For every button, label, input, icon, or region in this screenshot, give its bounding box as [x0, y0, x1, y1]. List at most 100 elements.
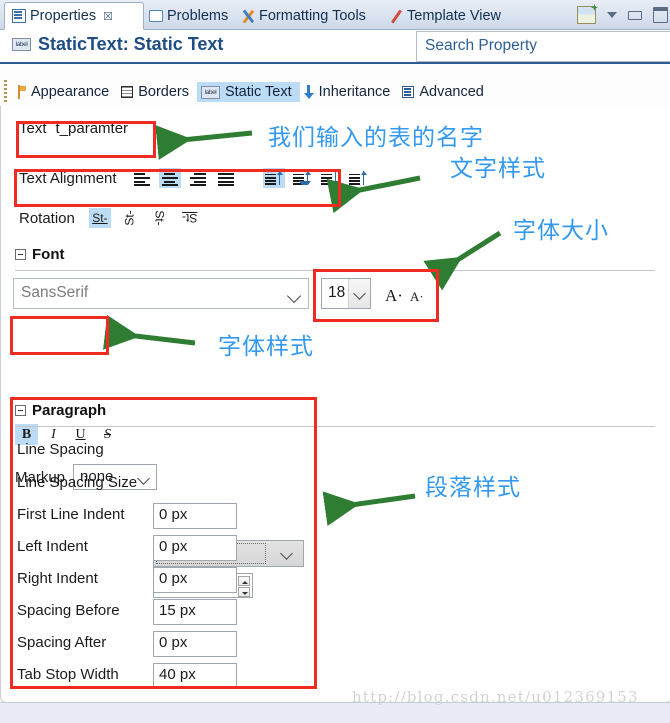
- text-input[interactable]: t_paramter: [56, 120, 129, 137]
- font-section-header[interactable]: Font: [15, 246, 64, 263]
- text-alignment-row: Text Alignment: [19, 168, 369, 188]
- first-line-indent-input[interactable]: 0 px: [153, 503, 237, 529]
- subtab-static-text[interactable]: label Static Text: [196, 82, 300, 102]
- decrease-font-size-button[interactable]: A·: [410, 289, 424, 305]
- panel-bottom-edge: [0, 686, 670, 703]
- borders-icon: [121, 86, 134, 98]
- properties-icon: [12, 9, 26, 23]
- appearance-icon: [14, 85, 26, 99]
- text-alignment-label: Text Alignment: [19, 169, 117, 187]
- new-image-icon[interactable]: [577, 6, 596, 24]
- font-size-combo[interactable]: 18: [321, 278, 371, 309]
- align-middle-button[interactable]: [291, 168, 313, 188]
- font-section-rule: [15, 270, 655, 271]
- subtab-advanced[interactable]: Advanced: [398, 82, 492, 102]
- line-spacing-size-stepper[interactable]: [238, 576, 250, 597]
- drag-handle-icon[interactable]: [4, 80, 7, 104]
- advanced-icon: [402, 86, 415, 98]
- tab-stop-width-value: 40 px: [159, 666, 196, 683]
- align-center-button[interactable]: [158, 168, 181, 188]
- chevron-down-icon: [353, 287, 366, 300]
- stepper-up-icon[interactable]: [238, 576, 250, 586]
- maximize-icon[interactable]: [653, 7, 668, 23]
- property-content-panel: Text t_paramter Text Alignment Rotation …: [0, 106, 670, 689]
- align-vertical-justify-button[interactable]: [347, 168, 369, 188]
- tab-stop-width-label: Tab Stop Width: [17, 666, 119, 683]
- rotation-label: Rotation: [19, 209, 75, 227]
- chevron-down-icon[interactable]: [286, 288, 302, 304]
- inheritance-icon: [303, 85, 314, 99]
- template-view-icon: [390, 10, 403, 23]
- rotation-90-glyph: St-: [122, 210, 137, 226]
- first-line-indent-label: First Line Indent: [17, 506, 125, 523]
- status-bar: [0, 702, 670, 723]
- rotation-180-glyph: St-: [182, 211, 198, 225]
- tab-problems[interactable]: Problems: [142, 2, 235, 30]
- tab-template-view[interactable]: Template View: [383, 2, 508, 30]
- close-icon[interactable]: ☒: [103, 10, 113, 23]
- font-family-combo[interactable]: SansSerif: [13, 278, 309, 309]
- spacing-after-value: 0 px: [159, 634, 188, 651]
- subtab-borders[interactable]: Borders: [117, 82, 197, 102]
- subtab-advanced-label: Advanced: [419, 84, 484, 100]
- paragraph-section-rule: [15, 426, 655, 427]
- text-label: Text: [19, 120, 47, 137]
- view-toolbar: [577, 3, 668, 27]
- align-left-button[interactable]: [131, 168, 153, 188]
- subtab-appearance-label: Appearance: [31, 84, 110, 100]
- stepper-down-icon[interactable]: [238, 587, 250, 597]
- rotation-row: Rotation St- St- St- St-: [19, 208, 201, 228]
- rotation-270-glyph: St-: [152, 210, 167, 226]
- properties-view: Properties ☒ Problems Formatting Tools T…: [0, 0, 670, 723]
- rotation-180-button[interactable]: St-: [179, 208, 201, 228]
- subtab-appearance[interactable]: Appearance: [10, 82, 117, 102]
- right-indent-input[interactable]: 0 px: [153, 567, 237, 593]
- align-justify-button[interactable]: [215, 168, 237, 188]
- align-top-button[interactable]: [262, 168, 285, 188]
- search-property-box[interactable]: [416, 31, 670, 62]
- rotation-270-button[interactable]: St-: [149, 208, 171, 228]
- problems-icon: [149, 10, 163, 22]
- tab-template-view-label: Template View: [407, 8, 502, 24]
- right-indent-label: Right Indent: [17, 570, 98, 587]
- align-bottom-button[interactable]: [319, 168, 341, 188]
- minimize-icon[interactable]: [628, 10, 642, 20]
- left-indent-value: 0 px: [159, 538, 188, 555]
- label-icon: label: [12, 38, 31, 51]
- subtab-inheritance-label: Inheritance: [318, 84, 391, 100]
- tab-properties[interactable]: Properties ☒: [4, 2, 144, 30]
- tab-problems-label: Problems: [167, 8, 229, 24]
- subtab-static-text-label: Static Text: [224, 84, 292, 100]
- align-right-button[interactable]: [187, 168, 209, 188]
- view-menu-chevron-icon[interactable]: [607, 12, 617, 18]
- left-indent-label: Left Indent: [17, 538, 88, 555]
- spacing-before-input[interactable]: 15 px: [153, 599, 237, 625]
- formatting-tools-icon: [242, 10, 255, 23]
- first-line-indent-value: 0 px: [159, 506, 188, 523]
- subtab-borders-label: Borders: [138, 84, 189, 100]
- tab-properties-label: Properties: [30, 8, 97, 24]
- chevron-down-icon: [280, 547, 293, 560]
- paragraph-section-title: Paragraph: [32, 402, 107, 419]
- spacing-after-label: Spacing After: [17, 634, 107, 651]
- font-section-title: Font: [32, 246, 65, 263]
- left-indent-input[interactable]: 0 px: [153, 535, 237, 561]
- page-title-block: label StaticText: Static Text: [12, 34, 223, 55]
- collapse-icon[interactable]: [15, 405, 26, 416]
- font-family-value: SansSerif: [21, 284, 89, 301]
- tab-formatting-tools[interactable]: Formatting Tools: [235, 2, 373, 30]
- font-size-dropdown-button[interactable]: [348, 279, 370, 308]
- search-input[interactable]: [423, 36, 667, 56]
- paragraph-section-header[interactable]: Paragraph: [15, 402, 106, 419]
- rotation-none-button[interactable]: St-: [88, 208, 111, 228]
- page-title: StaticText: Static Text: [38, 34, 224, 54]
- label-icon: label: [200, 85, 220, 99]
- subtab-inheritance[interactable]: Inheritance: [300, 82, 399, 102]
- font-size-value: 18: [328, 284, 346, 301]
- increase-font-size-button[interactable]: A·: [385, 286, 403, 306]
- right-indent-value: 0 px: [159, 570, 188, 587]
- rotation-90-button[interactable]: St-: [119, 208, 141, 228]
- collapse-icon[interactable]: [15, 249, 26, 260]
- rotation-none-glyph: St-: [92, 211, 108, 225]
- spacing-after-input[interactable]: 0 px: [153, 631, 237, 657]
